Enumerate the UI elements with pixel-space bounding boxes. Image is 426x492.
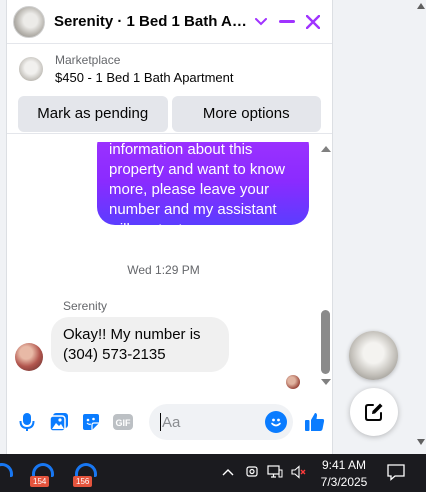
- windows-taskbar: 9 154 156 9:41 AM 7/3/2025: [0, 454, 426, 492]
- close-icon[interactable]: [300, 9, 326, 35]
- volume-muted-icon[interactable]: [290, 463, 308, 481]
- taskbar-app-2[interactable]: 154: [29, 460, 57, 487]
- compose-icon: [365, 403, 383, 421]
- clock-date: 7/3/2025: [320, 475, 368, 489]
- message-input-placeholder: Aa: [162, 413, 181, 431]
- taskbar-app-3[interactable]: 156: [72, 460, 100, 487]
- sender-name: Serenity: [63, 299, 108, 313]
- meet-now-icon[interactable]: [243, 463, 261, 481]
- chat-head-avatar[interactable]: [349, 331, 398, 380]
- minimize-icon[interactable]: [274, 9, 300, 35]
- scroll-up-arrow[interactable]: [321, 146, 331, 152]
- notification-badge: 154: [30, 476, 50, 487]
- network-icon[interactable]: [266, 463, 284, 481]
- svg-text:GIF: GIF: [116, 418, 132, 428]
- notification-center-icon[interactable]: [386, 463, 406, 481]
- thumbs-up-icon[interactable]: [301, 408, 329, 436]
- taskbar-clock[interactable]: 9:41 AM 7/3/2025: [316, 457, 372, 491]
- mark-as-pending-button[interactable]: Mark as pending: [18, 95, 168, 132]
- listing-actions: Mark as pending More options: [7, 94, 332, 134]
- scroll-down-arrow[interactable]: [321, 379, 331, 385]
- app-logo-icon: [75, 463, 97, 477]
- messenger-chat-window: Serenity · 1 Bed 1 Bath Apa... Marketpla…: [6, 0, 333, 455]
- sticker-icon[interactable]: [77, 408, 105, 436]
- seen-indicator-avatar: [286, 375, 300, 389]
- app-logo-icon: [32, 463, 54, 477]
- sender-avatar[interactable]: [15, 343, 43, 371]
- scroll-thumb[interactable]: [321, 310, 330, 374]
- chat-title[interactable]: Serenity · 1 Bed 1 Bath Apa...: [54, 13, 248, 30]
- marketplace-listing[interactable]: Marketplace $450 - 1 Bed 1 Bath Apartmen…: [7, 44, 332, 94]
- chat-header[interactable]: Serenity · 1 Bed 1 Bath Apa...: [7, 0, 332, 44]
- message-composer: GIF Aa: [7, 396, 332, 448]
- gif-icon[interactable]: GIF: [109, 408, 137, 436]
- page-scroll-up-arrow[interactable]: [417, 3, 425, 9]
- contact-avatar[interactable]: [13, 5, 45, 38]
- app-logo-icon: [0, 463, 13, 477]
- listing-title: $450 - 1 Bed 1 Bath Apartment: [55, 70, 234, 85]
- incoming-message[interactable]: Okay!! My number is (304) 573-2135: [51, 317, 229, 372]
- page-scroll-down-arrow[interactable]: [417, 439, 425, 445]
- new-message-button[interactable]: [350, 388, 398, 436]
- thread-scrollbar[interactable]: [320, 142, 332, 390]
- input-caret: [160, 413, 161, 431]
- listing-thumbnail: [19, 57, 43, 81]
- microphone-icon[interactable]: [13, 408, 41, 436]
- taskbar-app-1[interactable]: 9: [0, 460, 16, 486]
- message-thread[interactable]: information about this property and want…: [7, 142, 320, 392]
- chevron-down-icon[interactable]: [248, 9, 274, 35]
- clock-time: 9:41 AM: [321, 458, 367, 472]
- notification-badge: 156: [73, 476, 93, 487]
- message-timestamp: Wed 1:29 PM: [127, 263, 200, 277]
- image-icon[interactable]: [45, 408, 73, 436]
- message-input[interactable]: Aa: [149, 404, 293, 440]
- chevron-up-icon[interactable]: [219, 463, 237, 481]
- marketplace-label: Marketplace: [55, 53, 121, 67]
- outgoing-message[interactable]: information about this property and want…: [97, 142, 309, 238]
- more-options-button[interactable]: More options: [171, 95, 321, 132]
- emoji-icon[interactable]: [265, 411, 287, 433]
